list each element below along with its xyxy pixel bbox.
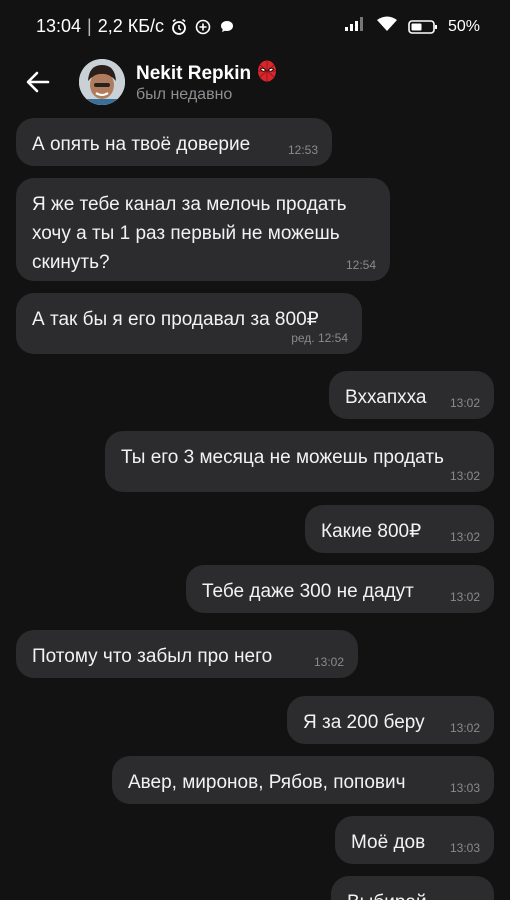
contact-status: был недавно (136, 86, 233, 103)
avatar[interactable] (79, 59, 125, 105)
chat-bubble-icon (218, 18, 236, 36)
message-text: Какие 800₽ (321, 521, 422, 542)
status-left: 13:04 | 2,2 КБ/с (36, 16, 236, 37)
status-bar: 13:04 | 2,2 КБ/с 50% (0, 0, 510, 56)
message-outgoing[interactable]: Вххапхха 13:02 (329, 371, 494, 419)
message-time: 13:03 (449, 781, 480, 795)
spider-mask-icon (257, 60, 277, 88)
message-text: Я же тебе канал за мелочь продать хочу а… (32, 194, 347, 273)
message-time: 13:02 (313, 655, 344, 669)
message-text: Ты его 3 месяца не можешь продать (121, 447, 444, 468)
message-text: Моё дов (351, 832, 426, 853)
battery-icon (408, 19, 438, 35)
status-right: 50% (344, 16, 480, 37)
wifi-icon (376, 16, 398, 37)
message-time: 12:54 (345, 258, 376, 272)
message-outgoing[interactable]: Моё дов 13:03 (335, 816, 494, 864)
message-text: Я за 200 беру (303, 712, 425, 733)
message-outgoing[interactable]: Какие 800₽ 13:02 (305, 505, 494, 553)
message-text: Авер, миронов, Рябов, попович (128, 772, 406, 793)
message-text: Выбирай (347, 888, 427, 900)
arrow-left-icon (26, 71, 50, 93)
message-time: 13:02 (449, 530, 480, 544)
status-separator: | (87, 16, 92, 36)
status-time: 13:04 (36, 16, 82, 36)
message-list[interactable]: А опять на твоё доверие 12:53 Я же тебе … (0, 112, 510, 900)
chat-header: Nekit Repkin был недавно (0, 56, 510, 112)
signal-icon (344, 16, 366, 37)
message-incoming[interactable]: А так бы я его продавал за 800₽ ред. 12:… (16, 293, 362, 354)
contact-name-text: Nekit Repkin (136, 63, 252, 84)
message-time: ред. 12:54 (291, 331, 348, 345)
message-outgoing[interactable]: Авер, миронов, Рябов, попович 13:03 (112, 756, 494, 804)
plus-circle-icon (194, 18, 212, 36)
alarm-icon (170, 18, 188, 36)
message-time: 13:02 (449, 721, 480, 735)
message-outgoing[interactable]: Тебе даже 300 не дадут 13:02 (186, 565, 494, 613)
message-time: 13:02 (449, 469, 480, 483)
network-speed: 2,2 КБ/с (97, 16, 165, 36)
back-button[interactable] (20, 64, 56, 100)
message-time: 13:03 (449, 841, 480, 855)
message-time: 13:02 (449, 590, 480, 604)
message-outgoing[interactable]: Ты его 3 месяца не можешь продать 13:02 (105, 431, 494, 492)
contact-name[interactable]: Nekit Repkin (136, 60, 277, 88)
message-text: Вххапхха (345, 387, 427, 408)
message-time: 13:02 (449, 396, 480, 410)
message-time: 12:53 (287, 143, 318, 157)
message-text: Потому что забыл про него (32, 646, 273, 667)
message-text: А так бы я его продавал за 800₽ (32, 309, 319, 330)
message-outgoing[interactable]: Я за 200 беру 13:02 (287, 696, 494, 744)
message-text: Тебе даже 300 не дадут (202, 581, 414, 602)
message-outgoing[interactable]: Выбирай (331, 876, 494, 900)
battery-percent: 50% (447, 17, 480, 35)
message-incoming[interactable]: Я же тебе канал за мелочь продать хочу а… (16, 178, 390, 281)
message-incoming[interactable]: Потому что забыл про него 13:02 (16, 630, 358, 678)
message-incoming[interactable]: А опять на твоё доверие 12:53 (16, 118, 332, 166)
message-text: А опять на твоё доверие (32, 134, 251, 155)
